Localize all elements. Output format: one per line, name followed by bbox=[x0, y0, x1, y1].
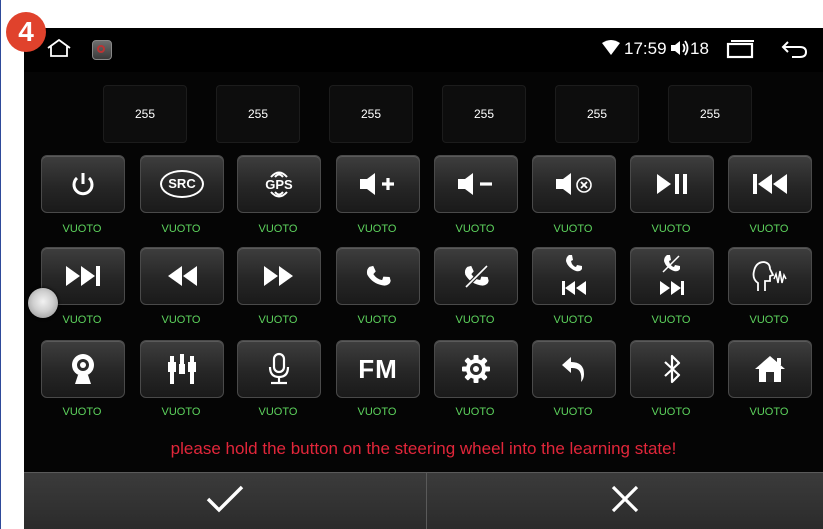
bluetooth-label: VUOTO bbox=[651, 406, 691, 418]
gps-button[interactable]: GPS bbox=[237, 155, 321, 213]
rca-av-button[interactable] bbox=[140, 340, 224, 398]
fm-radio-icon: FM bbox=[358, 353, 398, 384]
floating-assistive-ball[interactable] bbox=[28, 288, 58, 318]
gps-label: VUOTO bbox=[258, 223, 298, 235]
phone-answer-icon bbox=[363, 261, 393, 291]
rewind-label: VUOTO bbox=[161, 314, 201, 326]
bluetooth-icon bbox=[660, 352, 684, 386]
settings-gear-icon bbox=[459, 352, 493, 386]
confirm-button[interactable] bbox=[24, 473, 426, 529]
rewind-button[interactable] bbox=[140, 247, 224, 305]
previous-track-label: VUOTO bbox=[749, 223, 789, 235]
gps-icon: GPS bbox=[265, 170, 293, 199]
src-button[interactable]: SRC bbox=[140, 155, 224, 213]
bottom-action-bar bbox=[24, 472, 823, 529]
settings-button[interactable] bbox=[434, 340, 518, 398]
checkmark-icon bbox=[205, 484, 245, 519]
return-label: VUOTO bbox=[553, 406, 593, 418]
power-icon bbox=[68, 169, 98, 199]
src-icon: SRC bbox=[160, 170, 204, 198]
volume-down-icon bbox=[456, 171, 496, 197]
clock-time: 17:59 bbox=[624, 39, 667, 58]
phone-next-label: VUOTO bbox=[651, 314, 691, 326]
key-value-slot-3: 255 bbox=[329, 85, 413, 143]
mute-icon bbox=[554, 171, 594, 197]
microphone-label: VUOTO bbox=[258, 406, 298, 418]
volume-level: 18 bbox=[690, 39, 709, 58]
play-pause-icon bbox=[654, 171, 690, 197]
phone-answer-label: VUOTO bbox=[357, 314, 397, 326]
volume-icon[interactable] bbox=[670, 38, 690, 63]
bluetooth-button[interactable] bbox=[630, 340, 714, 398]
settings-label: VUOTO bbox=[455, 406, 495, 418]
car-stereo-screen: 17:59 18 255 255 255 255 255 255 VUOTO S… bbox=[24, 28, 823, 529]
rewind-icon bbox=[165, 263, 199, 289]
power-label: VUOTO bbox=[62, 223, 102, 235]
home-label: VUOTO bbox=[749, 406, 789, 418]
key-value-slot-1: 255 bbox=[103, 85, 187, 143]
home-button[interactable] bbox=[728, 340, 812, 398]
return-icon bbox=[559, 354, 589, 384]
previous-track-button[interactable] bbox=[728, 155, 812, 213]
phone-next-icon bbox=[655, 253, 689, 299]
power-button[interactable] bbox=[41, 155, 125, 213]
camera-label: VUOTO bbox=[62, 406, 102, 418]
voice-command-icon bbox=[750, 259, 790, 293]
microphone-button[interactable] bbox=[237, 340, 321, 398]
status-bar: 17:59 18 bbox=[24, 28, 823, 72]
phone-next-button[interactable] bbox=[630, 247, 714, 305]
cancel-button[interactable] bbox=[427, 473, 823, 529]
key-value-slot-6: 255 bbox=[668, 85, 752, 143]
volume-up-icon bbox=[358, 171, 398, 197]
volume-down-button[interactable] bbox=[434, 155, 518, 213]
play-pause-button[interactable] bbox=[630, 155, 714, 213]
fast-forward-label: VUOTO bbox=[258, 314, 298, 326]
fast-forward-button[interactable] bbox=[237, 247, 321, 305]
mute-button[interactable] bbox=[532, 155, 616, 213]
home-icon bbox=[753, 354, 787, 384]
volume-down-label: VUOTO bbox=[455, 223, 495, 235]
back-icon[interactable] bbox=[780, 39, 808, 64]
key-value-slot-2: 255 bbox=[216, 85, 300, 143]
learning-hint-text: please hold the button on the steering w… bbox=[170, 439, 677, 458]
wifi-icon bbox=[602, 40, 620, 61]
phone-answer-button[interactable] bbox=[336, 247, 420, 305]
next-track-label: VUOTO bbox=[62, 314, 102, 326]
voice-command-button[interactable] bbox=[728, 247, 812, 305]
rca-av-label: VUOTO bbox=[161, 406, 201, 418]
home-icon[interactable] bbox=[46, 38, 72, 63]
close-icon bbox=[610, 484, 640, 519]
phone-previous-icon bbox=[557, 253, 591, 299]
src-label: VUOTO bbox=[161, 223, 201, 235]
mute-label: VUOTO bbox=[553, 223, 593, 235]
phone-hangup-label: VUOTO bbox=[455, 314, 495, 326]
camera-button[interactable] bbox=[41, 340, 125, 398]
next-track-icon bbox=[63, 263, 103, 289]
step-badge: 4 bbox=[6, 12, 46, 52]
fm-radio-button[interactable]: FM bbox=[336, 340, 420, 398]
previous-track-icon bbox=[750, 171, 790, 197]
return-button[interactable] bbox=[532, 340, 616, 398]
app-icon[interactable] bbox=[92, 40, 112, 60]
play-pause-label: VUOTO bbox=[651, 223, 691, 235]
rca-av-icon bbox=[165, 352, 199, 386]
phone-previous-label: VUOTO bbox=[553, 314, 593, 326]
left-edge-line bbox=[0, 0, 1, 529]
key-value-slot-4: 255 bbox=[442, 85, 526, 143]
volume-up-button[interactable] bbox=[336, 155, 420, 213]
voice-command-label: VUOTO bbox=[749, 314, 789, 326]
volume-up-label: VUOTO bbox=[357, 223, 397, 235]
fast-forward-icon bbox=[262, 263, 296, 289]
camera-icon bbox=[68, 352, 98, 386]
phone-previous-button[interactable] bbox=[532, 247, 616, 305]
phone-hangup-button[interactable] bbox=[434, 247, 518, 305]
key-value-slot-5: 255 bbox=[555, 85, 639, 143]
microphone-icon bbox=[264, 352, 294, 386]
recent-apps-icon[interactable] bbox=[726, 39, 756, 64]
phone-hangup-icon bbox=[461, 261, 491, 291]
fm-radio-label: VUOTO bbox=[357, 406, 397, 418]
